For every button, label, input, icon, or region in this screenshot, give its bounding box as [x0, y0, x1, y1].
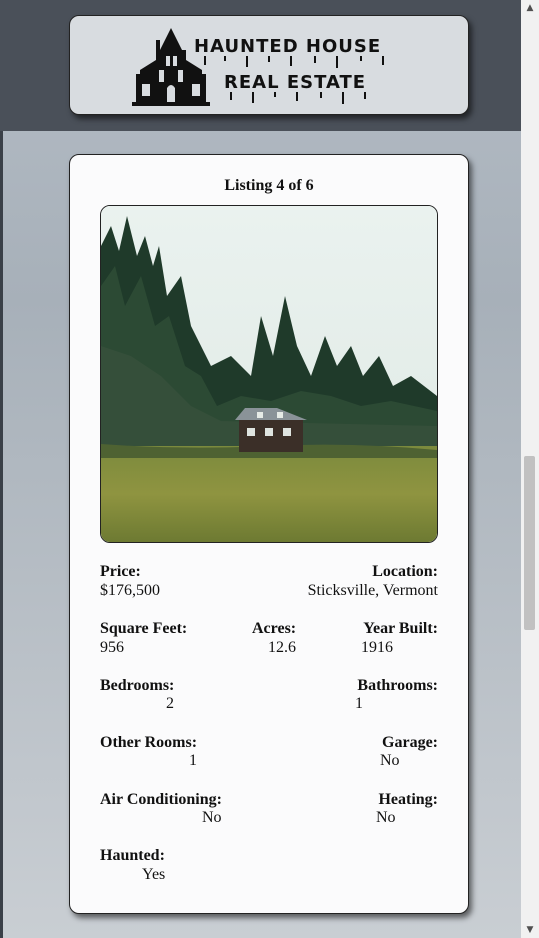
acres-label: Acres:	[252, 620, 297, 637]
year-built-value: 1916	[361, 639, 393, 656]
listing-card: Listing 4 of 6 Price: $176,500 Location:…	[69, 154, 469, 914]
left-edge	[0, 0, 3, 938]
acres-value: 12.6	[268, 639, 296, 656]
logo-text-line2: REAL ESTATE	[224, 72, 367, 93]
bathrooms-value: 1	[355, 695, 363, 712]
price-label: Price:	[100, 563, 141, 580]
location-label: Location:	[372, 563, 438, 580]
page-scrollbar[interactable]: ▲ ▼	[521, 0, 539, 938]
logo-text-line1: HAUNTED HOUSE	[194, 36, 382, 57]
bedrooms-label: Bedrooms:	[100, 677, 175, 694]
scrollbar-thumb[interactable]	[524, 456, 535, 630]
garage-value: No	[380, 752, 400, 769]
logo[interactable]: HAUNTED HOUSE REAL ESTATE	[69, 15, 469, 115]
garage-label: Garage:	[382, 734, 438, 751]
drips-decoration-2	[230, 92, 366, 104]
air-conditioning-value: No	[202, 809, 222, 826]
sqft-label: Square Feet:	[100, 620, 188, 637]
arrow-up-icon[interactable]: ▲	[521, 0, 539, 16]
heating-label: Heating:	[378, 791, 438, 808]
price-value: $176,500	[100, 582, 160, 599]
sqft-value: 956	[100, 639, 124, 656]
air-conditioning-label: Air Conditioning:	[100, 791, 222, 808]
other-rooms-value: 1	[189, 752, 197, 769]
heating-value: No	[376, 809, 396, 826]
haunted-label: Haunted:	[100, 847, 165, 864]
listing-counter: Listing 4 of 6	[224, 177, 314, 194]
other-rooms-label: Other Rooms:	[100, 734, 198, 751]
location-value: Sticksville, Vermont	[307, 582, 438, 599]
haunted-value: Yes	[142, 866, 166, 883]
drips-decoration	[204, 56, 384, 68]
bathrooms-label: Bathrooms:	[357, 677, 438, 694]
bedrooms-value: 2	[166, 695, 174, 712]
house-in-forest-photo	[100, 205, 438, 543]
arrow-down-icon[interactable]: ▼	[521, 922, 539, 938]
header-band: HAUNTED HOUSE REAL ESTATE	[0, 0, 521, 131]
year-built-label: Year Built:	[363, 620, 438, 637]
